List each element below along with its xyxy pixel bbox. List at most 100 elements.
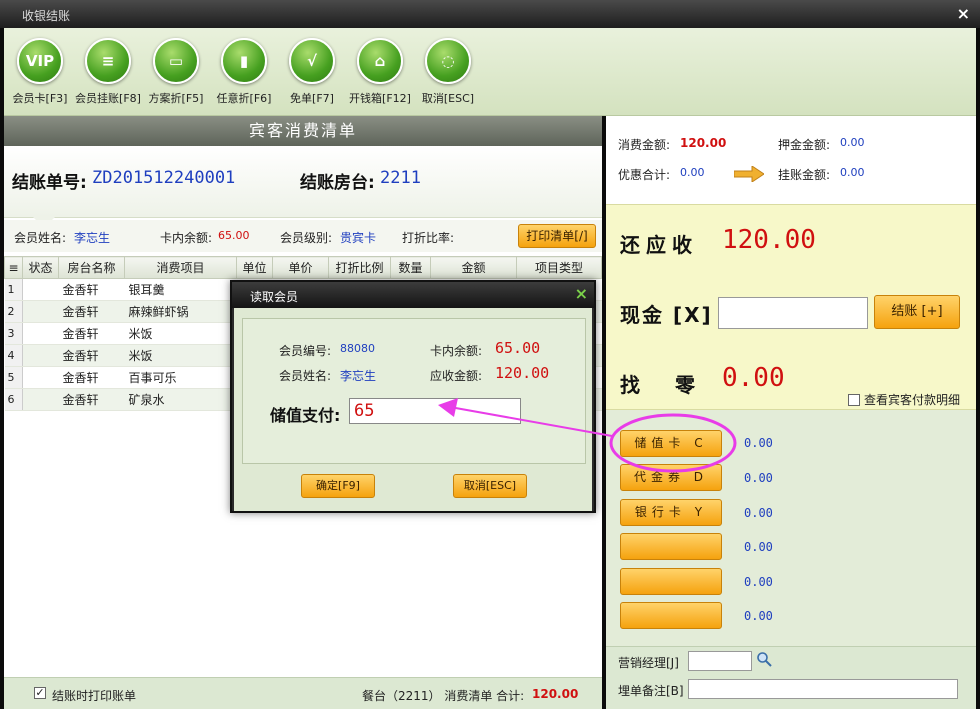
col-price[interactable]: 单价 (272, 256, 329, 279)
manager-input[interactable] (688, 651, 752, 671)
due-box: 还应收 120.00 现金 [X] 结账 [+] 找 零 0.00 查看宾客付款… (606, 204, 976, 410)
view-payment-detail[interactable]: 查看宾客付款明细 (848, 391, 960, 408)
footer-fields: 营销经理[J] 埋单备注[B] (606, 646, 976, 709)
cash-input[interactable] (718, 297, 868, 329)
loading-circle-icon: ◌ (425, 38, 471, 84)
col-item[interactable]: 消费项目 (124, 256, 237, 279)
custom-discount-button[interactable]: ▮ 任意折[F6] (210, 38, 278, 106)
row-item: 米饭 (124, 344, 237, 367)
col-discount[interactable]: 打折比例 (328, 256, 391, 279)
col-status[interactable]: 状态 (22, 256, 59, 279)
free-order-label: 免单[F7] (290, 92, 334, 105)
col-type[interactable]: 项目类型 (516, 256, 602, 279)
stored-card-amount: 0.00 (744, 436, 773, 450)
dialog-title-bar: 读取会员 × (232, 282, 594, 308)
stored-pay-input[interactable]: 65 (349, 398, 521, 424)
deposit-amount: 0.00 (840, 136, 865, 149)
row-number: 6 (4, 388, 23, 411)
bill-no: ZD201512240001 (92, 168, 236, 188)
row-room: 金香轩 (58, 366, 125, 389)
remark-label: 埋单备注[B] (618, 684, 684, 698)
row-number: 3 (4, 322, 23, 345)
read-member-dialog: 读取会员 × 会员编号: 88080 卡内余额: 65.00 会员姓名: 李忘生… (230, 280, 596, 513)
discount-total: 0.00 (680, 166, 705, 179)
member-credit-label: 会员挂账[F8] (75, 92, 141, 105)
plan-discount-button[interactable]: ▭ 方案折[F5] (142, 38, 210, 106)
payment-panel: 消费金额: 120.00 押金金额: 0.00 优惠合计: 0.00 挂账金额:… (606, 116, 976, 709)
row-item: 米饭 (124, 322, 237, 345)
manager-label: 营销经理[J] (618, 656, 679, 670)
cash-drawer-icon: ⌂ (357, 38, 403, 84)
plan-discount-label: 方案折[F5] (148, 92, 204, 105)
shape-icon: ▮ (221, 38, 267, 84)
member-card-label: 会员卡[F3] (12, 92, 68, 105)
member-no-label: 会员编号: (279, 344, 332, 358)
col-amount[interactable]: 金额 (430, 256, 517, 279)
discount-rate-label: 打折比率: (402, 231, 455, 245)
row-item: 麻辣鲜虾锅 (124, 300, 237, 323)
bill-list-title: 宾客消费清单 (4, 116, 602, 146)
payment-slot-button[interactable] (620, 568, 722, 595)
cancel-label: 取消[ESC] (421, 92, 475, 105)
open-drawer-button[interactable]: ⌂ 开钱箱[F12] (346, 38, 414, 106)
deposit-label: 押金金额: (778, 138, 831, 152)
member-card-button[interactable]: VIP 会员卡[F3] (6, 38, 74, 106)
row-room: 金香轩 (58, 388, 125, 411)
cancel-button[interactable]: ◌ 取消[ESC] (414, 38, 482, 106)
bill-info: 结账单号: ZD201512240001 结账房台: 2211 (4, 146, 602, 218)
print-list-button[interactable]: 打印清单[/] (518, 224, 596, 248)
member-no: 88080 (340, 342, 375, 355)
status-bar: ✓ 结账时打印账单 餐台（2211） 消费清单 合计: 120.00 (4, 677, 602, 709)
row-item: 百事可乐 (124, 366, 237, 389)
payment-slot-button[interactable] (620, 533, 722, 560)
row-room: 金香轩 (58, 322, 125, 345)
row-number: 1 (4, 278, 23, 301)
vip-icon: VIP (17, 38, 63, 84)
voucher-button[interactable]: 代金券 D (620, 464, 722, 491)
clipboard-check-icon: √ (289, 38, 335, 84)
col-qty[interactable]: 数量 (390, 256, 431, 279)
close-icon[interactable]: × (957, 4, 970, 23)
document-icon: ≡ (85, 38, 131, 84)
room-no: 2211 (380, 168, 421, 188)
bank-card-button[interactable]: 银行卡 Y (620, 499, 722, 526)
title-bar: 收银结账 × (0, 0, 980, 28)
col-unit[interactable]: 单位 (236, 256, 273, 279)
checkbox-icon[interactable] (848, 394, 860, 406)
close-icon[interactable]: × (575, 284, 588, 303)
dialog-cancel-button[interactable]: 取消[ESC] (453, 474, 527, 498)
row-room: 金香轩 (58, 300, 125, 323)
dialog-due: 120.00 (495, 364, 550, 382)
print-on-checkout-checkbox[interactable]: ✓ (34, 687, 46, 699)
dialog-title: 读取会员 (250, 290, 299, 304)
member-info-row: 会员姓名: 李忘生 卡内余额: 65.00 会员级别: 贵宾卡 打折比率: 打印… (4, 220, 602, 252)
voucher-amount: 0.00 (744, 471, 773, 485)
member-credit-button[interactable]: ≡ 会员挂账[F8] (74, 38, 142, 106)
col-menu[interactable]: ≡ (4, 256, 23, 279)
table-header: ≡ 状态 房台名称 消费项目 单位 单价 打折比例 数量 金额 项目类型 (4, 256, 602, 279)
cash-label: 现金 [X] (620, 303, 713, 327)
row-number: 5 (4, 366, 23, 389)
due-label: 还应收 (620, 233, 698, 257)
remark-input[interactable] (688, 679, 958, 699)
card-balance-label: 卡内余额: (160, 231, 213, 245)
free-order-button[interactable]: √ 免单[F7] (278, 38, 346, 106)
search-icon[interactable] (756, 651, 772, 667)
stored-card-button[interactable]: 储值卡 C (620, 430, 722, 457)
confirm-button[interactable]: 确定[F9] (301, 474, 375, 498)
settle-button[interactable]: 结账 [+] (874, 295, 960, 329)
col-room[interactable]: 房台名称 (58, 256, 125, 279)
member-level-label: 会员级别: (280, 231, 333, 245)
credit-label: 挂账金额: (778, 168, 831, 182)
payment-slot-button[interactable] (620, 602, 722, 629)
row-item: 银耳羹 (124, 278, 237, 301)
dialog-balance: 65.00 (495, 339, 541, 357)
summary-box: 消费金额: 120.00 押金金额: 0.00 优惠合计: 0.00 挂账金额:… (606, 116, 976, 204)
payment-slot-amount: 0.00 (744, 540, 773, 554)
stored-pay-label: 储值支付: (270, 406, 341, 425)
row-room: 金香轩 (58, 278, 125, 301)
dialog-name-label: 会员姓名: (279, 369, 332, 383)
member-name: 李忘生 (74, 231, 111, 245)
checkout-window: 收银结账 × VIP 会员卡[F3] ≡ 会员挂账[F8] ▭ 方案折[F5] … (0, 0, 980, 709)
consume-amount: 120.00 (680, 136, 727, 150)
